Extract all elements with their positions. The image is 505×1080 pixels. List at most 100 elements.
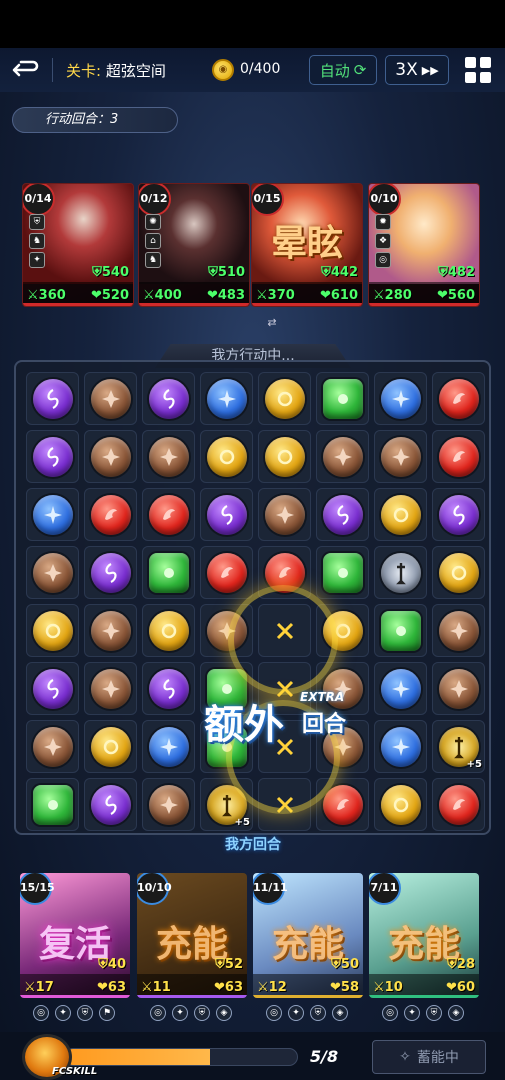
- enemy-card[interactable]: 0/14 ⛨ ♞ ✦ ⛨540 ⚔360 ❤520: [22, 183, 134, 307]
- board-cell[interactable]: [84, 778, 137, 831]
- board-cell[interactable]: [432, 372, 485, 425]
- skill-icon: ◎: [375, 252, 391, 268]
- board-cell[interactable]: [432, 662, 485, 715]
- board-cell[interactable]: [316, 488, 369, 541]
- enemy-hp: ❤610: [319, 288, 358, 303]
- purple-gem-icon: [148, 378, 189, 419]
- board-cell[interactable]: [84, 662, 137, 715]
- board-cell[interactable]: [26, 488, 79, 541]
- yellow-gem-icon: [264, 378, 305, 419]
- skill-icon: ❖: [375, 233, 391, 249]
- enemy-card[interactable]: 0/12 ✺ ⌂ ♞ ⛨510 ⚔400 ❤483: [138, 183, 250, 307]
- board-cell[interactable]: [200, 430, 253, 483]
- board-cell[interactable]: [84, 604, 137, 657]
- board-cell[interactable]: [374, 778, 427, 831]
- hero-attack: ⚔12: [257, 980, 287, 995]
- red-gem-icon: [148, 494, 189, 535]
- hero-card[interactable]: 10/10 充能 ⛨52 ⚔11 ❤63: [137, 873, 247, 998]
- enemy-hp: ❤483: [206, 288, 245, 303]
- board-cell[interactable]: [26, 546, 79, 599]
- board-cell[interactable]: [258, 372, 311, 425]
- board-cell[interactable]: [374, 604, 427, 657]
- hero-hp: ❤60: [446, 980, 475, 995]
- board-cell[interactable]: [84, 720, 137, 773]
- board-cell[interactable]: [374, 430, 427, 483]
- board-cell[interactable]: [142, 662, 195, 715]
- purple-gem-icon: [32, 436, 73, 477]
- board-cell[interactable]: [258, 488, 311, 541]
- skill-icon: ⚑: [99, 1005, 115, 1021]
- board-cell[interactable]: [432, 604, 485, 657]
- skill-icon: ✦: [172, 1005, 188, 1021]
- board-cell[interactable]: [432, 430, 485, 483]
- board-cell[interactable]: [26, 662, 79, 715]
- hero-counter: 7/11: [369, 873, 401, 905]
- glow-ring: [226, 700, 340, 814]
- board-cell[interactable]: [142, 488, 195, 541]
- enemy-card[interactable]: 0/10 ✹ ❖ ◎ ⛨482 ⚔280 ❤560: [368, 183, 480, 307]
- hero-attack: ⚔17: [24, 980, 54, 995]
- board-cell[interactable]: [374, 488, 427, 541]
- board-cell[interactable]: [26, 430, 79, 483]
- board-cell[interactable]: [26, 778, 79, 831]
- coin-counter: 0/400: [240, 61, 281, 77]
- store-energy-button[interactable]: ✧ 蓄能中: [372, 1040, 486, 1074]
- board-cell[interactable]: [142, 430, 195, 483]
- blue-gem-icon: [148, 726, 189, 767]
- hero-card[interactable]: 7/11 充能 ⛨28 ⚔10 ❤60: [369, 873, 479, 998]
- back-button[interactable]: [10, 57, 40, 83]
- board-cell[interactable]: [374, 662, 427, 715]
- hero-card[interactable]: 15/15 复活 ⛨40 ⚔17 ❤63: [20, 873, 130, 998]
- board-cell[interactable]: [200, 546, 253, 599]
- blue-gem-icon: [380, 378, 421, 419]
- enemy-skills: ⛨ ♞ ✦: [29, 214, 45, 268]
- board-cell[interactable]: [432, 546, 485, 599]
- speed-button[interactable]: 3X ▶▶: [385, 55, 449, 85]
- board-cell[interactable]: [432, 488, 485, 541]
- board-cell[interactable]: [258, 430, 311, 483]
- board-cell[interactable]: [142, 372, 195, 425]
- target-swap-icon[interactable]: ⇄: [264, 316, 280, 330]
- hero-color-bar: [137, 995, 247, 998]
- auto-button[interactable]: 自动 ⟳: [309, 55, 377, 85]
- enemy-attack: ⚔280: [373, 288, 412, 303]
- board-cell[interactable]: [374, 372, 427, 425]
- skill-icon: ✦: [55, 1005, 71, 1021]
- hero-attack: ⚔10: [373, 980, 403, 995]
- board-cell[interactable]: [432, 778, 485, 831]
- brown-gem-icon: [322, 436, 363, 477]
- skill-icon: ⛨: [194, 1005, 210, 1021]
- menu-grid-icon[interactable]: [465, 57, 491, 83]
- board-cell[interactable]: [142, 604, 195, 657]
- board-cell[interactable]: [84, 488, 137, 541]
- board-cell[interactable]: [374, 720, 427, 773]
- board-cell[interactable]: [84, 546, 137, 599]
- board-cell[interactable]: [142, 778, 195, 831]
- board-cell[interactable]: [200, 488, 253, 541]
- yellow-gem-icon: [380, 784, 421, 825]
- top-bar: 关卡: 超弦空间 ◉ 0/400 自动 ⟳ 3X ▶▶: [0, 48, 505, 92]
- skill-icon: ✺: [145, 214, 161, 230]
- board-cell[interactable]: [316, 546, 369, 599]
- board-cell[interactable]: [26, 372, 79, 425]
- board-cell[interactable]: [142, 720, 195, 773]
- stage-label: 关卡:: [66, 62, 102, 80]
- hero-counter: 11/11: [253, 873, 288, 905]
- auto-label: 自动: [319, 61, 350, 80]
- skill-icon: ⛨: [77, 1005, 93, 1021]
- board-cell[interactable]: [142, 546, 195, 599]
- board-cell[interactable]: [200, 372, 253, 425]
- board-cell[interactable]: +5: [432, 720, 485, 773]
- store-energy-label: 蓄能中: [416, 1050, 459, 1066]
- board-cell[interactable]: [26, 604, 79, 657]
- board-cell[interactable]: [316, 430, 369, 483]
- skill-icon: ◎: [382, 1005, 398, 1021]
- board-cell[interactable]: [26, 720, 79, 773]
- hero-card[interactable]: 11/11 充能 ⛨50 ⚔12 ❤58: [253, 873, 363, 998]
- board-cell[interactable]: [316, 372, 369, 425]
- enemy-card[interactable]: 0/15 晕眩 ⛨442 ⚔370 ❤610: [251, 183, 363, 307]
- purple-gem-icon: [90, 784, 131, 825]
- board-cell[interactable]: [84, 372, 137, 425]
- board-cell[interactable]: [374, 546, 427, 599]
- board-cell[interactable]: [84, 430, 137, 483]
